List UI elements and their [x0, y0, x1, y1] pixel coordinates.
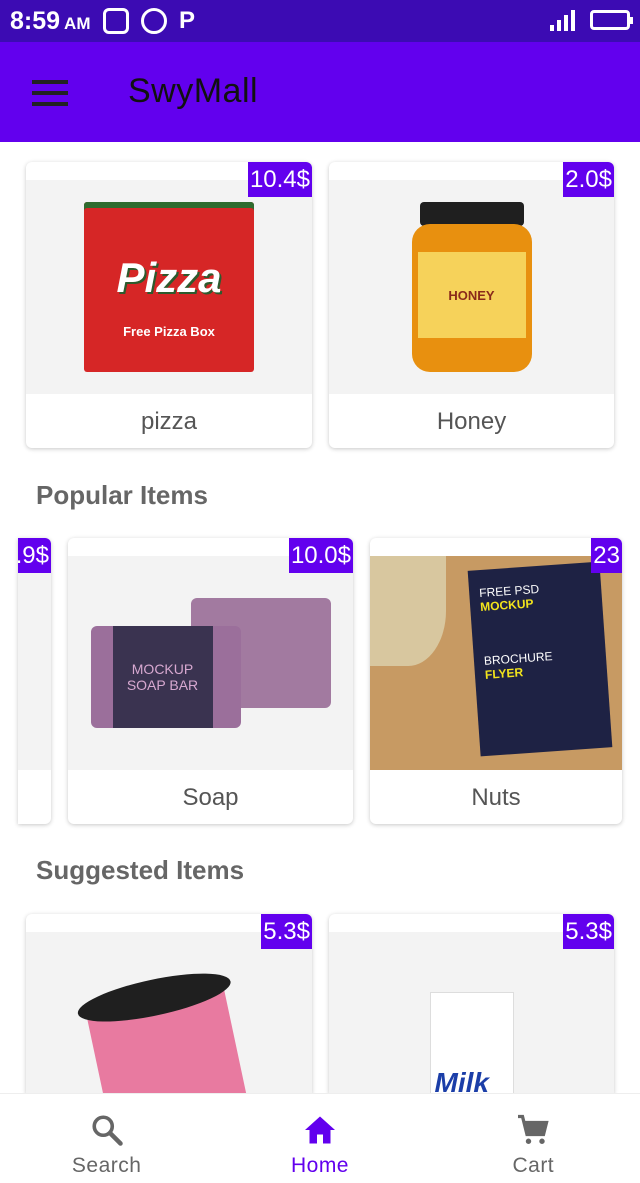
nav-label: Cart	[512, 1154, 555, 1177]
price-badge: 23	[591, 538, 622, 573]
product-image: Milk	[329, 932, 614, 1094]
notification-icons: P	[103, 8, 205, 34]
nav-cart[interactable]: Cart	[427, 1094, 640, 1183]
search-icon	[92, 1115, 123, 1146]
system-icons	[550, 9, 633, 31]
product-card-partial[interactable]: .9$	[18, 538, 51, 824]
nav-label: Search	[71, 1154, 142, 1177]
product-image: HONEY	[329, 180, 614, 394]
menu-icon[interactable]	[32, 80, 68, 106]
nav-search[interactable]: Search	[0, 1094, 213, 1183]
whatsapp-icon	[141, 8, 167, 34]
product-name: Soap	[182, 784, 239, 811]
product-name: Honey	[436, 408, 507, 435]
product-image: FREE PSD MOCKUP BROCHURE FLYER	[370, 556, 622, 770]
nav-home[interactable]: Home	[213, 1094, 426, 1183]
product-card-nuts[interactable]: FREE PSD MOCKUP BROCHURE FLYER 23 Nuts	[370, 538, 622, 824]
status-time: 8:59 AM	[10, 7, 91, 35]
nav-label: Home	[290, 1154, 349, 1177]
app-bar: SwyMall	[0, 42, 640, 142]
product-card-pizza[interactable]: Pizza Free Pizza Box 10.4$ pizza	[26, 162, 312, 448]
milk-carton-image: Milk	[429, 992, 514, 1094]
section-title-suggested: Suggested Items	[36, 855, 245, 885]
soap-image: MOCKUP SOAP BAR	[90, 598, 331, 728]
price-badge: .9$	[18, 538, 51, 573]
price-badge: 5.3$	[261, 914, 312, 949]
bottom-navigation: Search Home Cart	[0, 1093, 640, 1183]
ice-cream-image	[84, 979, 254, 1094]
product-image: MOCKUP SOAP BAR	[68, 556, 353, 770]
gallery-notification-icon	[103, 8, 129, 34]
product-image: Pizza Free Pizza Box	[26, 180, 312, 394]
app-title: SwyMall	[128, 72, 259, 110]
home-icon	[304, 1116, 335, 1144]
honey-jar-image: HONEY	[411, 202, 532, 372]
pizza-box-image: Pizza Free Pizza Box	[84, 202, 254, 372]
product-card-ice-cream[interactable]: 5.3$	[26, 914, 312, 1094]
product-name: Nuts	[471, 784, 521, 811]
p-app-icon: P	[179, 7, 196, 34]
signal-icon	[550, 9, 580, 31]
product-image	[18, 556, 51, 770]
product-card-soap[interactable]: MOCKUP SOAP BAR 10.0$ Soap	[68, 538, 353, 824]
product-name: pizza	[140, 408, 198, 435]
price-badge: 10.4$	[247, 162, 312, 197]
price-badge: 5.3$	[563, 914, 614, 949]
nuts-image: FREE PSD MOCKUP BROCHURE FLYER	[370, 556, 622, 770]
section-title-popular: Popular Items	[36, 480, 208, 510]
product-card-honey[interactable]: HONEY 2.0$ Honey	[329, 162, 614, 448]
status-bar: 8:59 AM P	[0, 0, 640, 42]
product-image	[26, 932, 312, 1094]
cart-icon	[518, 1114, 549, 1144]
price-badge: 2.0$	[563, 162, 614, 197]
product-card-milk[interactable]: Milk 5.3$	[329, 914, 614, 1094]
price-badge: 10.0$	[288, 538, 353, 573]
battery-icon	[590, 10, 633, 30]
